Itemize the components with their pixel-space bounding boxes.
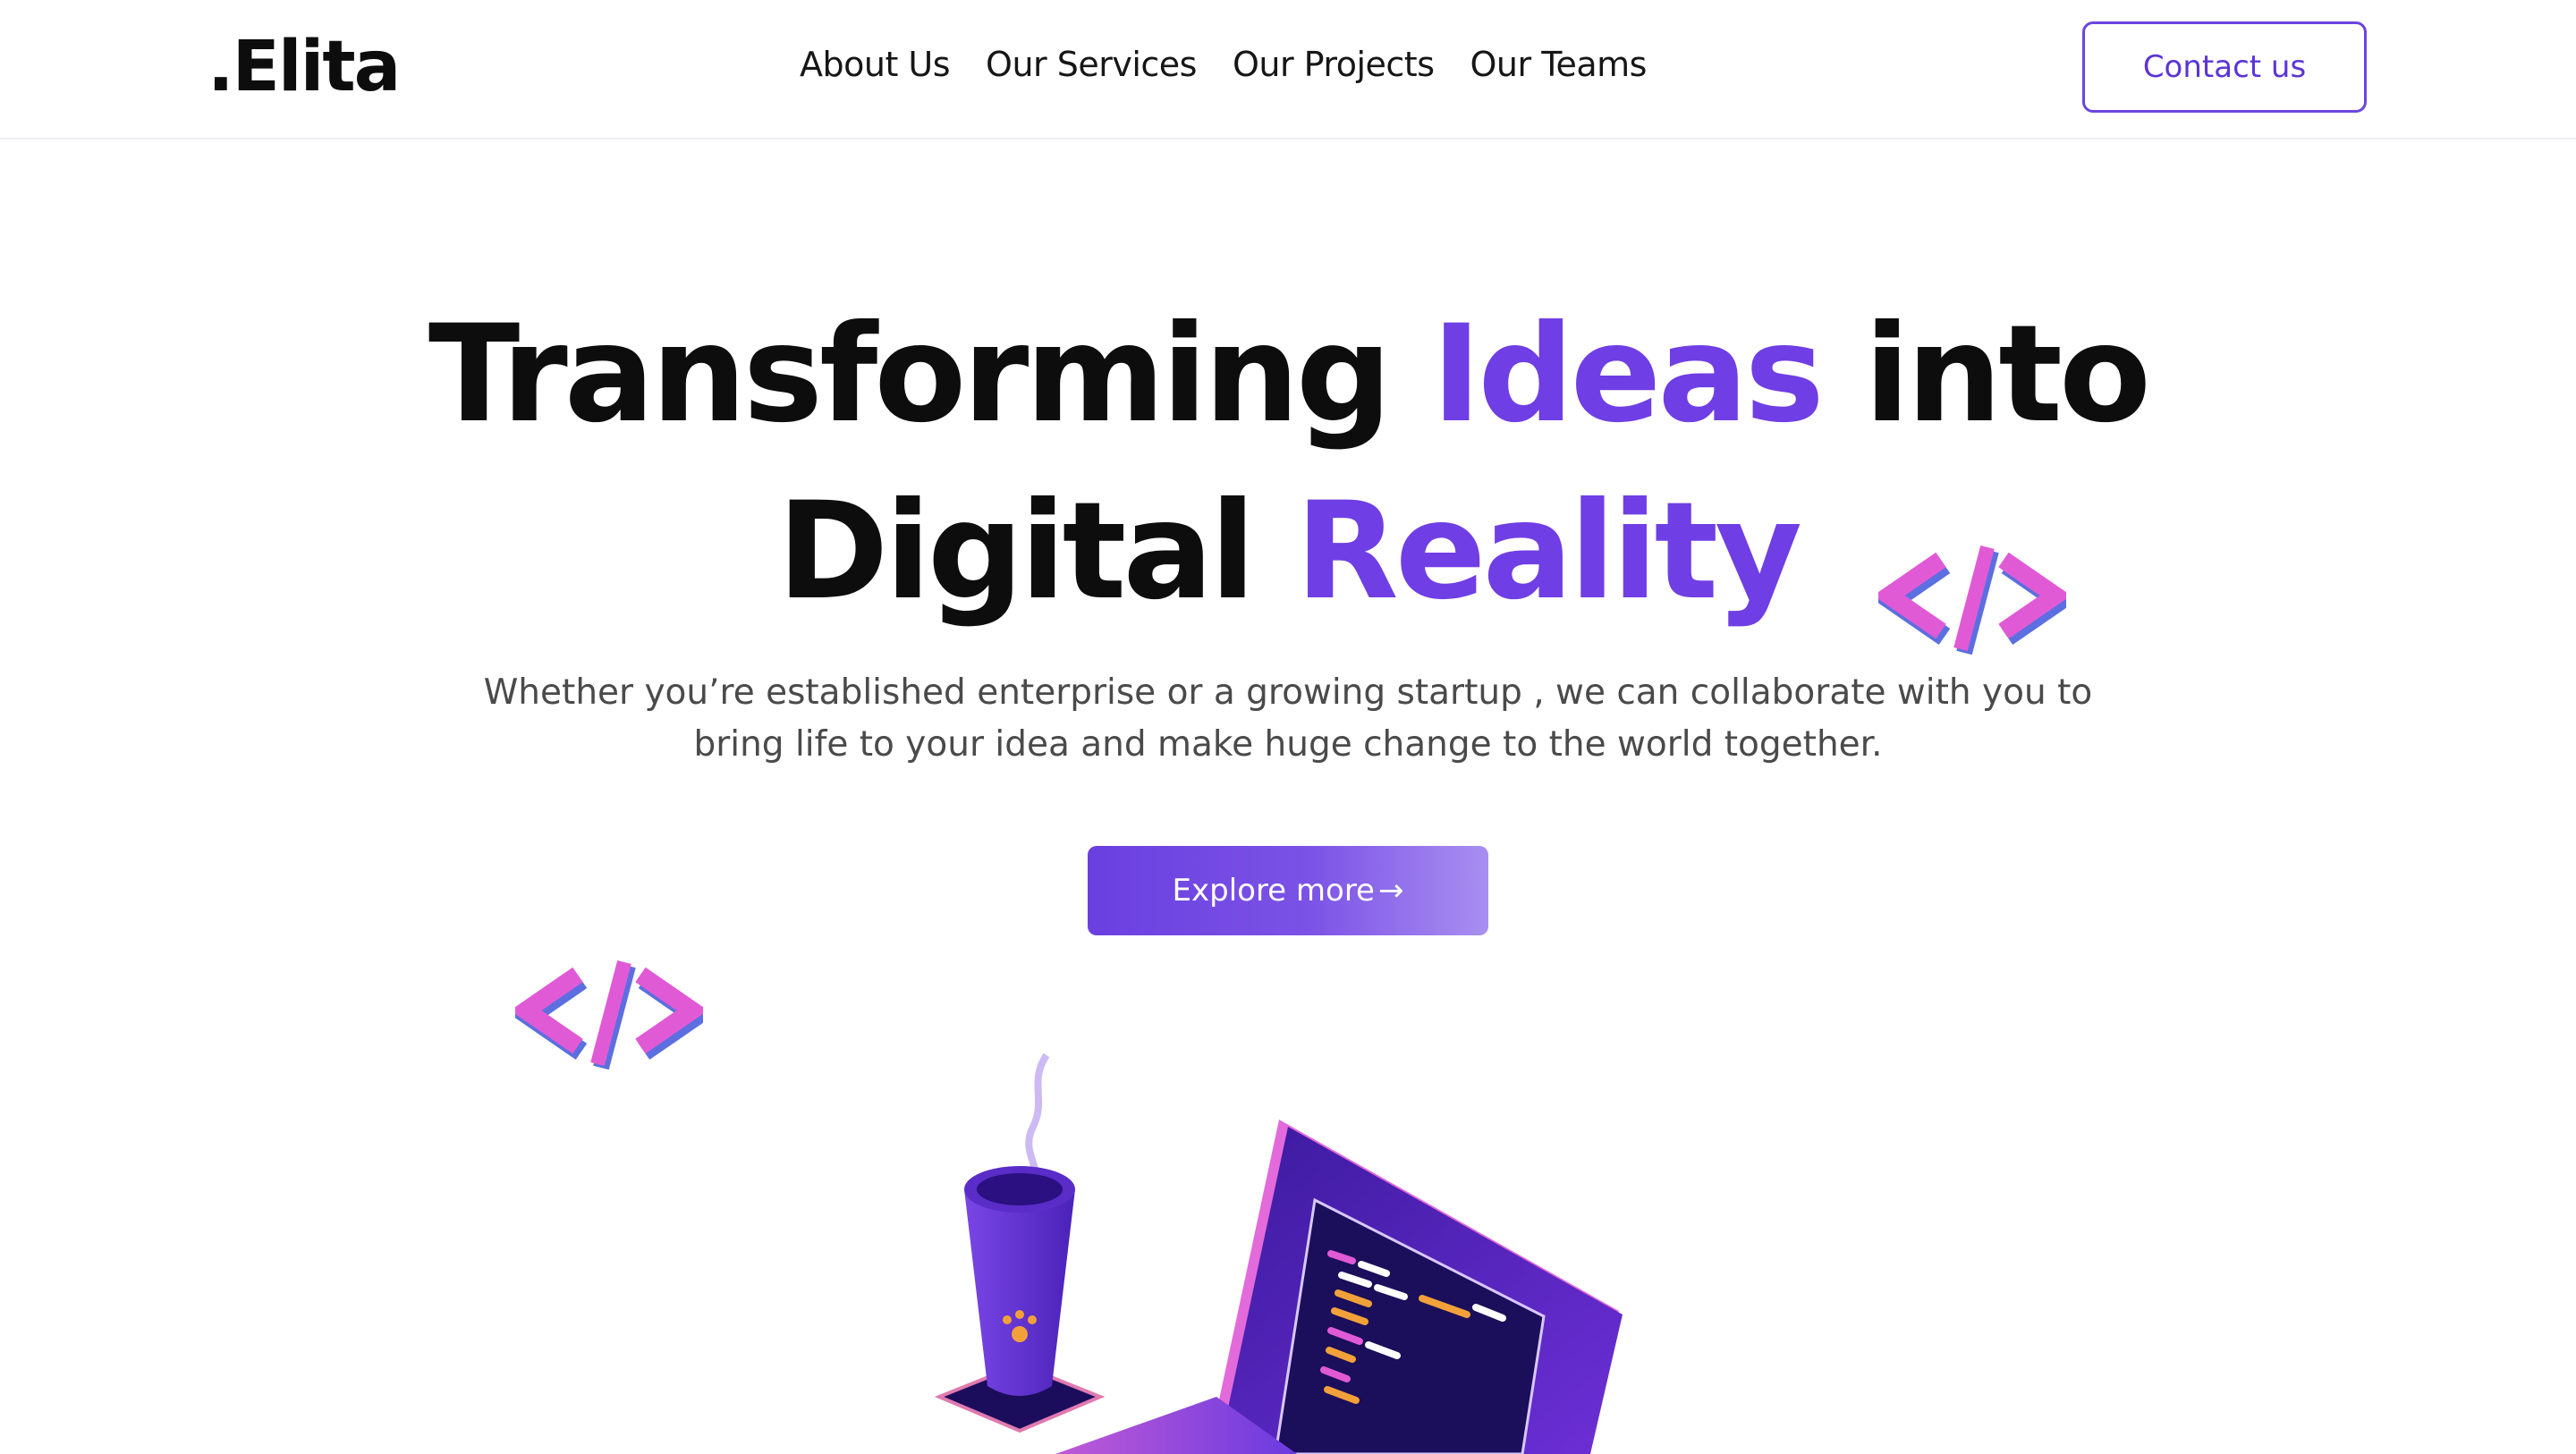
nav-our-projects[interactable]: Our Projects [1233, 45, 1435, 84]
main-menu: About Us Our Services Our Projects Our T… [800, 45, 1647, 84]
top-navbar: .Elita About Us Our Services Our Project… [0, 0, 2576, 139]
hero-title: Transforming Ideas into Digital Reality [0, 286, 2576, 640]
hero-title-accent-word: Ideas [1431, 297, 1824, 452]
hero-title-accent-word: Reality [1295, 474, 1802, 630]
hero-illustration [934, 1052, 1623, 1454]
hero-title-word: into [1864, 297, 2151, 452]
code-brackets-icon [1878, 545, 2066, 655]
hero-title-word: Transforming [428, 297, 1392, 452]
hero-subtitle: Whether you’re established enterprise or… [483, 672, 2093, 765]
arrow-right-icon: → [1377, 873, 1404, 909]
nav-our-services[interactable]: Our Services [986, 45, 1197, 84]
hero-title-word: Digital [776, 474, 1256, 630]
nav-about-us[interactable]: About Us [800, 45, 951, 84]
explore-more-label: Explore more [1172, 873, 1375, 909]
nav-our-teams[interactable]: Our Teams [1470, 45, 1648, 84]
code-brackets-icon [515, 959, 703, 1070]
hero-title-line-1: Transforming Ideas into [0, 286, 2576, 463]
brand-logo[interactable]: .Elita [208, 27, 401, 107]
contact-us-button[interactable]: Contact us [2082, 21, 2367, 113]
hero-title-line-2: Digital Reality [0, 463, 2576, 640]
explore-more-button[interactable]: Explore more → [1088, 846, 1488, 935]
